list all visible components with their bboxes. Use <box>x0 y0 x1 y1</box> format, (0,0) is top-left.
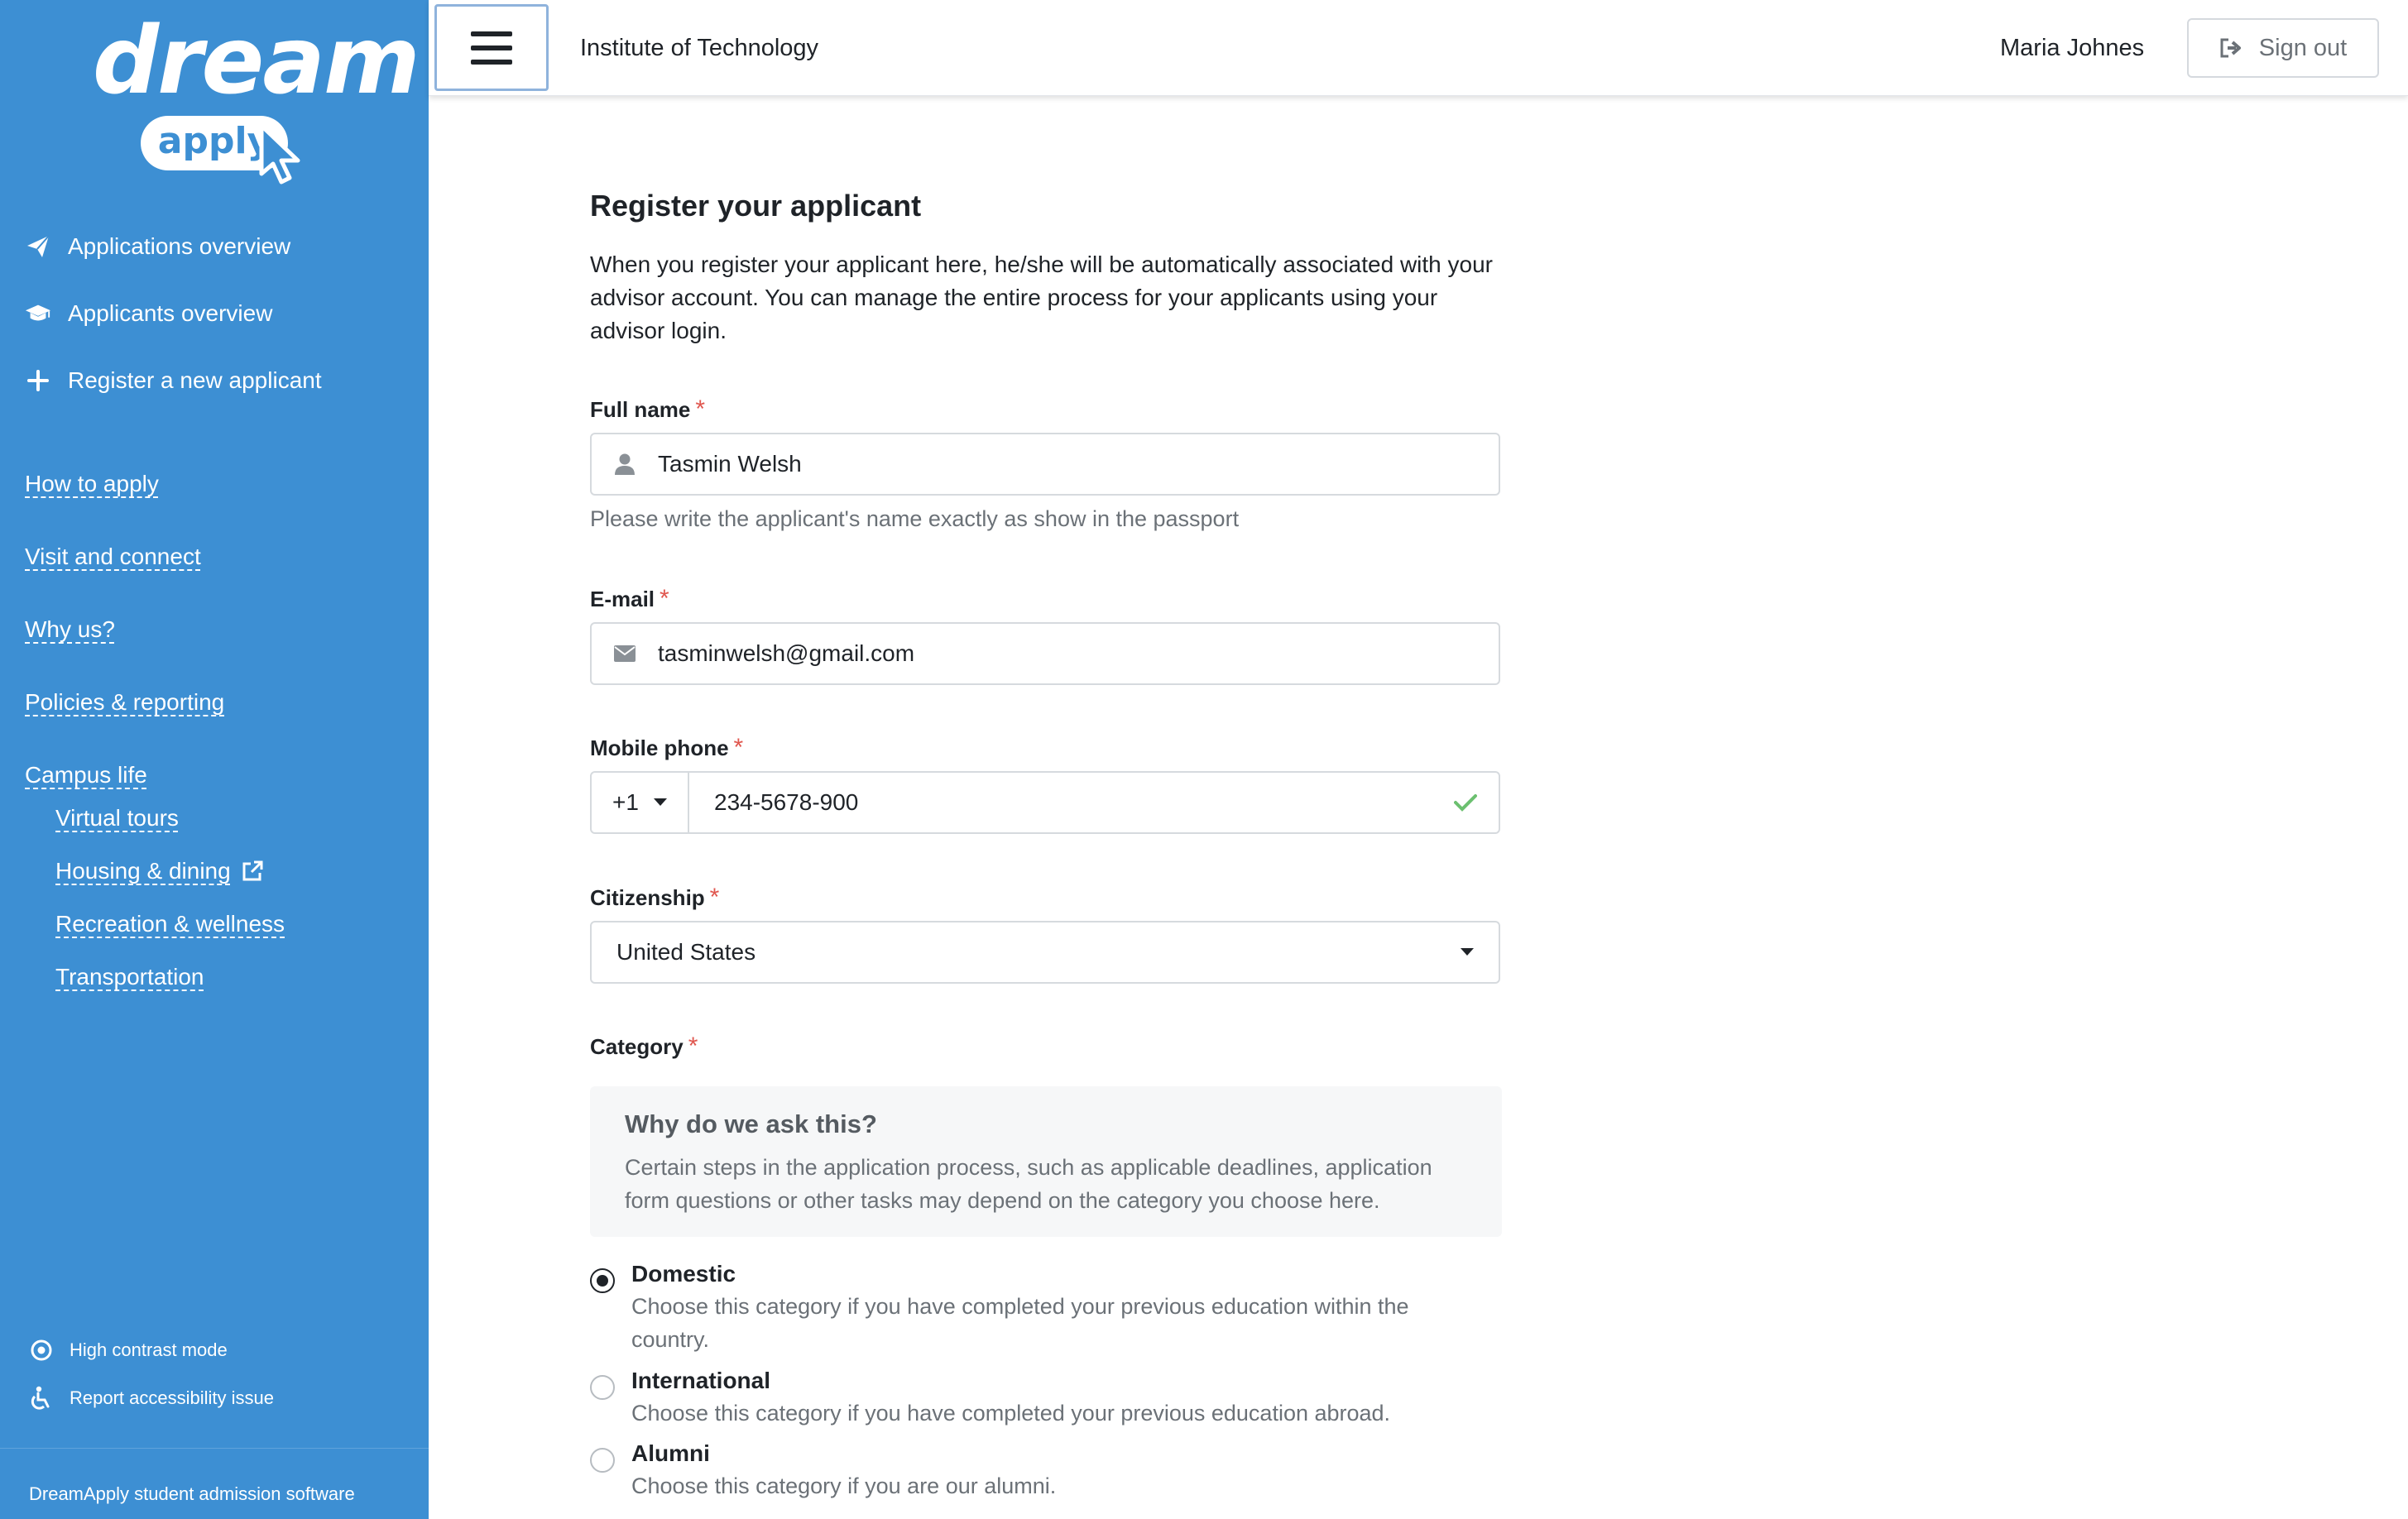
user-name[interactable]: Maria Johnes <box>2000 0 2144 96</box>
envelope-icon <box>592 644 658 663</box>
option-title: International <box>631 1368 771 1393</box>
category-label: Category * <box>590 1033 698 1061</box>
user-icon <box>592 453 658 476</box>
required-asterisk: * <box>660 585 669 612</box>
plus-icon <box>25 367 51 394</box>
category-info-box: Why do we ask this? Certain steps in the… <box>590 1086 1502 1237</box>
high-contrast-toggle[interactable]: High contrast mode <box>30 1336 274 1364</box>
menu-toggle-button[interactable] <box>434 4 549 91</box>
radio-alumni[interactable] <box>590 1448 615 1473</box>
fullname-input[interactable]: Tasmin Welsh <box>590 433 1500 496</box>
citizenship-select[interactable]: United States <box>590 921 1500 984</box>
paper-plane-icon <box>25 233 51 260</box>
link-label: Transportation <box>55 964 204 990</box>
sign-out-icon <box>2220 38 2241 58</box>
required-asterisk: * <box>695 395 706 423</box>
institute-name: Institute of Technology <box>580 35 819 61</box>
radio-domestic[interactable] <box>590 1268 615 1293</box>
logo-word-dream: dream <box>93 7 420 115</box>
email-value: tasminwelsh@gmail.com <box>658 640 915 666</box>
option-title: Alumni <box>631 1440 710 1466</box>
sidebar-item-applications-overview[interactable]: Applications overview <box>25 223 322 270</box>
sidebar-item-label: Applicants overview <box>68 300 273 326</box>
sidebar-item-applicants-overview[interactable]: Applicants overview <box>25 290 322 337</box>
high-contrast-label: High contrast mode <box>70 1339 228 1360</box>
radio-international[interactable] <box>590 1375 615 1400</box>
country-code-select[interactable]: +1 <box>592 773 689 832</box>
link-visit-and-connect[interactable]: Visit and connect <box>25 540 285 573</box>
accessibility-icon <box>31 1386 50 1410</box>
link-how-to-apply[interactable]: How to apply <box>25 467 285 501</box>
email-input[interactable]: tasminwelsh@gmail.com <box>590 622 1500 685</box>
phone-label: Mobile phone * <box>590 734 743 762</box>
intro-text: When you register your applicant here, h… <box>590 252 1494 343</box>
category-option-international[interactable]: International Choose this category if yo… <box>590 1365 1459 1430</box>
caret-down-icon <box>1461 948 1474 956</box>
email-label-text: E-mail <box>590 587 655 611</box>
option-desc: Choose this category if you have complet… <box>631 1401 1391 1426</box>
info-body: Certain steps in the application process… <box>625 1155 1432 1213</box>
phone-number-input[interactable]: 234-5678-900 <box>689 789 1432 816</box>
graduation-cap-icon <box>25 300 51 327</box>
sidebar-divider <box>0 1448 429 1449</box>
option-desc: Choose this category if you are our alum… <box>631 1473 1057 1498</box>
country-code-value: +1 <box>612 789 639 815</box>
sidebar-footer[interactable]: DreamApply student admission software <box>29 1483 355 1505</box>
link-label: Housing & dining <box>55 858 231 884</box>
category-option-alumni[interactable]: Alumni Choose this category if you are o… <box>590 1438 1459 1502</box>
radio-text: Domestic Choose this category if you hav… <box>631 1258 1459 1356</box>
option-desc: Choose this category if you have complet… <box>631 1294 1409 1352</box>
caret-down-icon <box>653 798 667 806</box>
category-label-text: Category <box>590 1034 684 1059</box>
contrast-icon <box>31 1339 52 1361</box>
link-campus-life[interactable]: Campus life <box>25 759 285 792</box>
category-option-domestic[interactable]: Domestic Choose this category if you hav… <box>590 1258 1459 1356</box>
sidebar-accessibility: High contrast mode Report accessibility … <box>30 1336 274 1432</box>
report-accessibility-link[interactable]: Report accessibility issue <box>30 1384 274 1412</box>
fullname-label: Full name * <box>590 395 705 424</box>
external-link-icon <box>242 860 263 881</box>
sidebar-info-links: How to apply Visit and connect Why us? P… <box>25 467 285 1013</box>
link-why-us[interactable]: Why us? <box>25 613 285 646</box>
campus-life-sublinks: Virtual tours Housing & dining Recreatio… <box>55 802 285 994</box>
option-title: Domestic <box>631 1261 736 1287</box>
page-title: Register your applicant <box>590 189 922 223</box>
link-policies-reporting[interactable]: Policies & reporting <box>25 686 285 719</box>
sign-out-button[interactable]: Sign out <box>2187 18 2379 78</box>
citizenship-value: United States <box>616 939 756 965</box>
required-asterisk: * <box>709 884 720 911</box>
valid-check-icon <box>1432 793 1499 812</box>
fullname-label-text: Full name <box>590 397 691 422</box>
sidebar-item-label: Register a new applicant <box>68 367 322 393</box>
top-bar: Institute of Technology Maria Johnes Sig… <box>429 0 2408 96</box>
phone-field: +1 234-5678-900 <box>590 771 1500 834</box>
required-asterisk: * <box>733 734 744 761</box>
fullname-value: Tasmin Welsh <box>658 451 802 477</box>
link-recreation-wellness[interactable]: Recreation & wellness <box>55 908 285 941</box>
link-housing-dining[interactable]: Housing & dining <box>55 855 285 888</box>
report-accessibility-label: Report accessibility issue <box>70 1387 274 1408</box>
sidebar-item-register-applicant[interactable]: Register a new applicant <box>25 357 322 404</box>
link-transportation[interactable]: Transportation <box>55 961 285 994</box>
fullname-help: Please write the applicant's name exactl… <box>590 506 1240 531</box>
sidebar-item-label: Applications overview <box>68 233 291 259</box>
radio-text: International Choose this category if yo… <box>631 1365 1459 1430</box>
sidebar-main-nav: Applications overview Applicants overvie… <box>25 223 322 424</box>
sign-out-label: Sign out <box>2258 34 2348 61</box>
hamburger-icon <box>471 31 512 65</box>
citizenship-label: Citizenship * <box>590 884 719 912</box>
cursor-arrow-icon <box>259 123 300 184</box>
email-label: E-mail * <box>590 585 669 613</box>
radio-text: Alumni Choose this category if you are o… <box>631 1438 1459 1502</box>
link-label: Recreation & wellness <box>55 911 285 937</box>
link-virtual-tours[interactable]: Virtual tours <box>55 802 285 835</box>
phone-label-text: Mobile phone <box>590 736 729 760</box>
citizenship-label-text: Citizenship <box>590 885 705 910</box>
info-title: Why do we ask this? <box>625 1109 877 1138</box>
link-label: Virtual tours <box>55 805 179 831</box>
sidebar: dream apply Applications overview Applic… <box>0 0 429 1519</box>
required-asterisk: * <box>688 1033 698 1060</box>
